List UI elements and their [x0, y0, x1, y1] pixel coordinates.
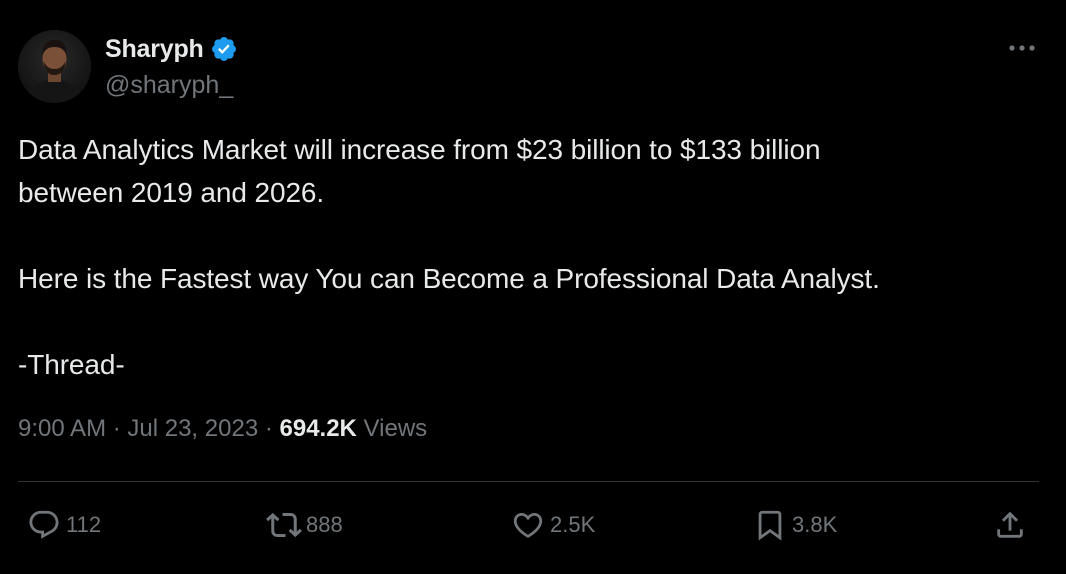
tweet-text-line: Data Analytics Market will increase from…	[18, 134, 821, 165]
repost-button[interactable]: 888	[264, 500, 343, 550]
meta-separator: ·	[106, 415, 128, 442]
views-count: 694.2K	[279, 415, 357, 442]
tweet-meta: 9:00 AM · Jul 23, 2023 · 694.2K Views	[18, 415, 427, 443]
tweet-card: Sharyph @sharyph_ Data Analytics Market …	[0, 0, 1066, 574]
like-button[interactable]: 2.5K	[508, 500, 595, 550]
tweet-text-line: Here is the Fastest way You can Become a…	[18, 263, 880, 294]
avatar[interactable]	[18, 30, 91, 103]
divider	[18, 481, 1039, 482]
views-label: Views	[356, 415, 428, 442]
action-bar: 112 888 2.5K 3.8K	[0, 500, 1066, 550]
tweet-text: Data Analytics Market will increase from…	[18, 128, 1028, 386]
display-name[interactable]: Sharyph	[105, 35, 204, 64]
meta-separator: ·	[258, 415, 280, 442]
author-name-row[interactable]: Sharyph	[105, 33, 238, 65]
tweet-time[interactable]: 9:00 AM	[18, 415, 106, 442]
bookmark-icon	[750, 505, 790, 545]
more-options-icon[interactable]	[1002, 32, 1042, 64]
share-button[interactable]	[990, 500, 1030, 550]
bookmark-button[interactable]: 3.8K	[750, 500, 837, 550]
verified-badge-icon[interactable]	[210, 35, 238, 63]
reply-count: 112	[66, 512, 102, 537]
repost-icon	[264, 505, 304, 545]
bookmark-count: 3.8K	[792, 512, 838, 537]
tweet-text-line: between 2019 and 2026.	[18, 177, 325, 208]
reply-button[interactable]: 112	[24, 500, 101, 550]
tweet-text-line: -Thread-	[18, 349, 125, 380]
reply-icon	[24, 505, 64, 545]
author-handle[interactable]: @sharyph_	[105, 71, 233, 100]
tweet-date[interactable]: Jul 23, 2023	[127, 415, 258, 442]
heart-icon	[508, 505, 548, 545]
repost-count: 888	[306, 512, 343, 537]
share-icon	[990, 505, 1030, 545]
like-count: 2.5K	[550, 512, 596, 537]
